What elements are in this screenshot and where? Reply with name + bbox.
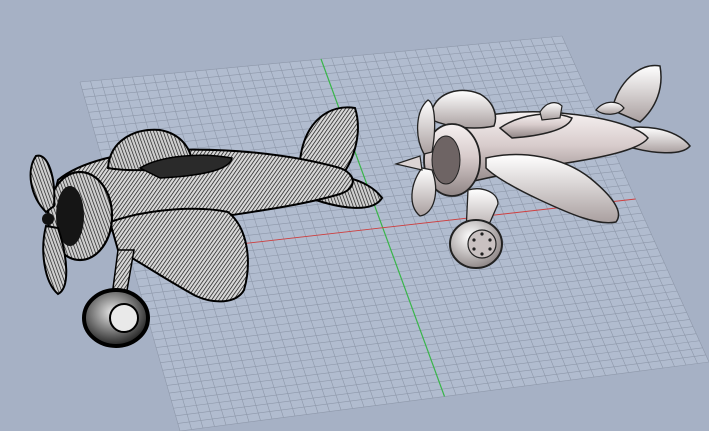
shaded-tail-fin[interactable]: [611, 64, 662, 123]
wireframe-wheel-hub: [109, 303, 139, 333]
viewport-perspective[interactable]: [0, 0, 709, 431]
shaded-stab-stub[interactable]: [595, 101, 625, 115]
wireframe-propeller-top[interactable]: [29, 154, 56, 214]
shaded-cowling-opening: [431, 135, 461, 185]
viewport-canvas[interactable]: [0, 0, 709, 431]
wireframe-spinner[interactable]: [42, 213, 54, 225]
